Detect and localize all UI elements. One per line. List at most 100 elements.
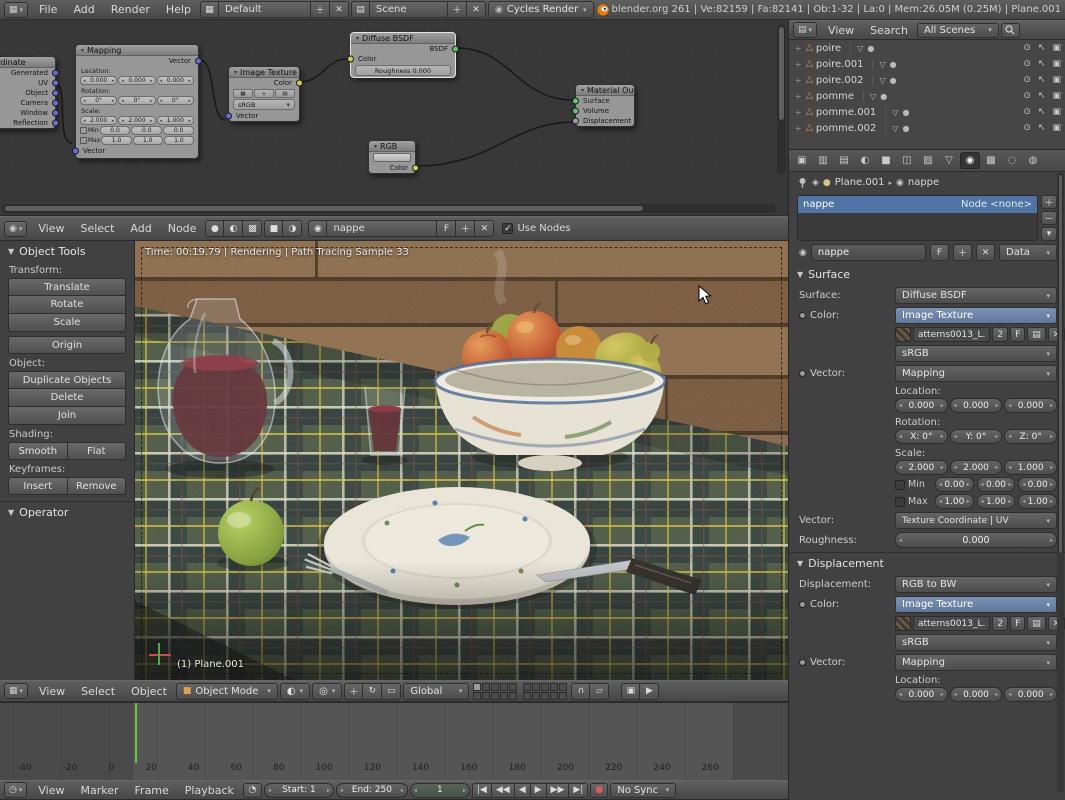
data-menu-dropdown[interactable]: Data▾ — [999, 244, 1057, 261]
tab-modifiers[interactable]: ▨ — [918, 152, 938, 169]
displacement-input-socket[interactable] — [572, 118, 579, 125]
max-y-field[interactable]: ◂1.00▸ — [977, 494, 1016, 509]
collapse-icon[interactable]: ▾ — [581, 87, 584, 94]
colorspace-dropdown[interactable]: sRGB▾ — [895, 345, 1057, 362]
layer-toggle[interactable] — [532, 683, 540, 691]
node-material-output[interactable]: ▾Material Output Surface Volume Displace… — [575, 84, 635, 127]
expand-icon[interactable]: + — [793, 60, 803, 69]
location-z-field[interactable]: ◂0.000▸ — [1004, 687, 1057, 702]
texture-nodes-icon[interactable]: ▩ — [243, 220, 262, 237]
vector-output-socket[interactable] — [195, 58, 202, 65]
preview-range-icon[interactable]: ◔ — [243, 783, 262, 798]
layer-toggle[interactable] — [523, 683, 531, 691]
vector-node-dropdown[interactable]: Mapping▾ — [895, 654, 1057, 671]
max-checkbox[interactable] — [895, 497, 905, 507]
delete-scene-icon[interactable]: ✕ — [467, 1, 486, 18]
sync-dropdown[interactable]: No Sync▾ — [610, 783, 676, 798]
outliner-item-pomme[interactable]: +△ pomme ▽● ⊙↖▣ — [789, 88, 1065, 104]
translate-button[interactable]: Translate — [8, 278, 126, 296]
menu-select[interactable]: Select — [74, 684, 122, 699]
reflection-output-socket[interactable] — [52, 120, 59, 127]
color-input-socket[interactable] — [347, 56, 354, 63]
node-title-bar[interactable]: ▾Texture Coordinate — [0, 57, 55, 68]
location-z-field[interactable]: ◂0.000▸ — [157, 76, 194, 85]
object-tools-panel-header[interactable]: ▼Object Tools — [0, 241, 134, 261]
editor-type-button[interactable]: ◷▾ — [4, 782, 27, 798]
record-icon[interactable]: ● — [590, 783, 608, 798]
add-material-icon[interactable]: ＋ — [953, 244, 972, 261]
vector-input-socket[interactable] — [225, 113, 232, 120]
selectability-icon[interactable]: ↖ — [1038, 43, 1046, 53]
layers-grid-2[interactable] — [523, 683, 567, 700]
menu-view[interactable]: View — [31, 221, 71, 236]
max-x-field[interactable]: ◂1.00▸ — [935, 494, 974, 509]
node-diffuse-bsdf[interactable]: ▾Diffuse BSDF BSDF Color Roughness 0.000 — [350, 32, 456, 78]
timeline-scrub-area[interactable]: -40 -20 0 20 40 60 80 100 120 140 160 18… — [0, 702, 788, 780]
prev-keyframe-icon[interactable]: ◀◀ — [492, 783, 515, 798]
surface-shader-dropdown[interactable]: Diffuse BSDF▾ — [895, 287, 1057, 304]
menu-view[interactable]: View — [32, 684, 72, 699]
smooth-button[interactable]: Smooth — [8, 442, 68, 460]
snap-magnet-icon[interactable]: ∩ — [571, 683, 590, 700]
location-x-field[interactable]: ◂0.000▸ — [80, 76, 117, 85]
renderability-icon[interactable]: ▣ — [1052, 123, 1061, 133]
material-slot-list[interactable]: nappe Node <none> — [797, 195, 1038, 241]
rotation-y-field[interactable]: ◂Y: 0°▸ — [950, 429, 1003, 444]
expand-icon[interactable]: + — [793, 92, 803, 101]
rotation-y-field[interactable]: ◂0°▸ — [118, 96, 155, 105]
menu-playback[interactable]: Playback — [178, 783, 241, 798]
search-icon[interactable] — [1001, 23, 1020, 38]
menu-frame[interactable]: Frame — [128, 783, 176, 798]
scale-manipulator-icon[interactable]: ▭ — [382, 683, 401, 700]
add-material-icon[interactable]: ＋ — [456, 220, 475, 237]
properties-scrollbar[interactable] — [1057, 172, 1064, 792]
layers-grid-1[interactable] — [473, 683, 517, 700]
layer-toggle[interactable] — [559, 692, 567, 700]
expand-icon[interactable]: + — [793, 76, 803, 85]
layer-toggle[interactable] — [541, 683, 549, 691]
scale-z-field[interactable]: ◂1.000▸ — [157, 116, 194, 125]
expand-icon[interactable]: + — [793, 124, 803, 133]
image-new-icon[interactable]: ＋ — [254, 89, 274, 98]
node-title-bar[interactable]: ▾Mapping — [76, 45, 198, 56]
menu-search[interactable]: Search — [863, 23, 915, 38]
rgb-color-swatch[interactable] — [373, 153, 411, 162]
collapse-icon[interactable]: ▾ — [356, 35, 359, 42]
node-title-bar[interactable]: ▾RGB — [369, 141, 415, 152]
material-name-field[interactable] — [811, 244, 926, 261]
layer-toggle[interactable] — [559, 683, 567, 691]
rotation-z-field[interactable]: ◂0°▸ — [157, 96, 194, 105]
play-icon[interactable]: ▶ — [531, 783, 547, 798]
open-image-icon[interactable]: ▤ — [1027, 616, 1046, 631]
rotate-manipulator-icon[interactable]: ↻ — [363, 683, 382, 700]
image-name-field[interactable]: atterns0013_L. — [913, 616, 990, 631]
layer-toggle[interactable] — [473, 692, 481, 700]
expand-icon[interactable]: + — [793, 108, 803, 117]
fake-user-button[interactable]: F — [1010, 616, 1025, 631]
tab-world[interactable]: ◐ — [855, 152, 875, 169]
displacement-panel-header[interactable]: ▼Displacement — [789, 552, 1065, 573]
rotation-x-field[interactable]: ◂0°▸ — [80, 96, 117, 105]
image-browse-icon[interactable]: ▦ — [233, 89, 253, 98]
image-open-icon[interactable]: ▤ — [275, 89, 295, 98]
add-layout-icon[interactable]: ＋ — [311, 1, 330, 18]
tab-material[interactable]: ◉ — [960, 152, 980, 169]
pin-icon[interactable] — [797, 177, 808, 188]
frame-start-field[interactable]: ◂Start: 1▸ — [264, 783, 334, 798]
image-name-field[interactable]: atterns0013_L. — [913, 327, 990, 342]
menu-marker[interactable]: Marker — [73, 783, 125, 798]
outliner-item-pomme-002[interactable]: +△ pomme.002 ▽● ⊙↖▣ — [789, 120, 1065, 136]
min-y-field[interactable]: 0.0 — [131, 126, 162, 135]
scale-y-field[interactable]: ◂2.000▸ — [118, 116, 155, 125]
checkbox-checked-icon[interactable]: ✓ — [502, 223, 513, 234]
location-x-field[interactable]: ◂0.000▸ — [895, 398, 948, 413]
object-output-socket[interactable] — [52, 90, 59, 97]
tab-object[interactable]: ■ — [876, 152, 896, 169]
visibility-icon[interactable]: ⊙ — [1023, 59, 1031, 69]
location-y-field[interactable]: ◂0.000▸ — [950, 398, 1003, 413]
image-users-button[interactable]: 2 — [992, 327, 1008, 342]
tab-particles[interactable]: ◌ — [1002, 152, 1022, 169]
renderability-icon[interactable]: ▣ — [1052, 91, 1061, 101]
layer-toggle[interactable] — [509, 692, 517, 700]
viewport-render-view[interactable]: Time: 00:19.79 | Rendering | Path Tracin… — [135, 241, 788, 680]
